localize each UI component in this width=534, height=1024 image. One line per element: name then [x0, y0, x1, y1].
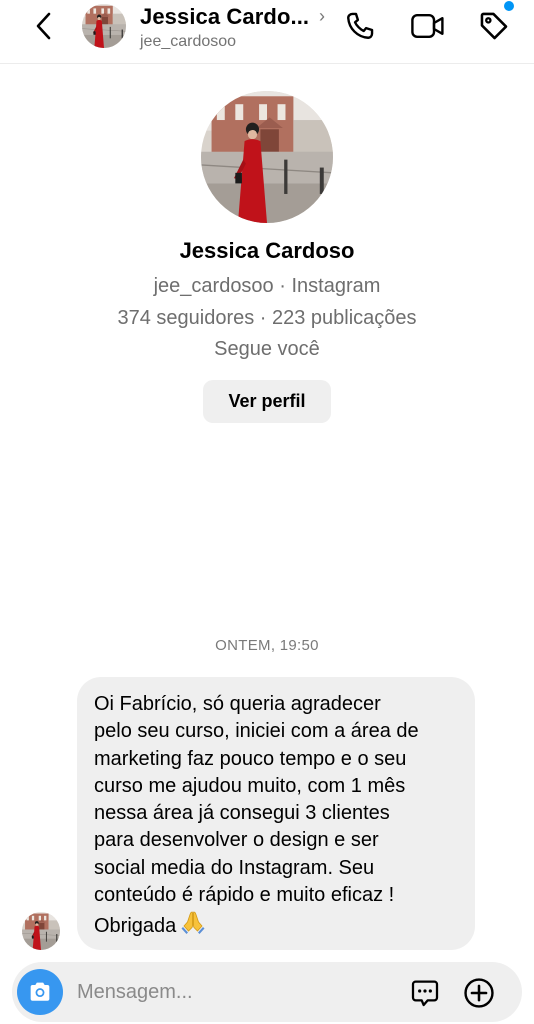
chat-header: Jessica Cardo... › jee_cardosoo — [0, 0, 534, 64]
header-name: Jessica Cardo... — [140, 4, 310, 29]
message-line: conteúdo é rápido e muito eficaz ! — [94, 884, 395, 907]
add-circle-icon — [464, 978, 494, 1008]
chevron-right-icon: › — [319, 6, 325, 26]
message-line-text: Obrigada — [94, 915, 177, 938]
message-line: social media do Instagram. Seu — [94, 856, 375, 879]
sender-avatar[interactable] — [22, 912, 60, 950]
header-username: jee_cardosoo — [140, 33, 237, 50]
camera-button[interactable] — [17, 969, 63, 1015]
message-timestamp: ONTEM, 19:50 — [215, 637, 319, 654]
camera-icon — [30, 982, 50, 1001]
message-line: Oi Fabrício, só queria agradecer — [94, 693, 381, 715]
header-title-group[interactable]: Jessica Cardo... › — [140, 4, 340, 30]
video-icon — [411, 14, 444, 38]
message-line-last: Obrigada — [94, 909, 461, 943]
view-profile-button[interactable]: Ver perfil — [203, 380, 331, 423]
phone-icon — [347, 12, 374, 39]
chat-options-button[interactable] — [408, 976, 442, 1010]
notification-dot — [504, 1, 514, 11]
profile-subtitle: jee_cardosoo · Instagram — [153, 275, 381, 297]
message-composer — [12, 962, 522, 1022]
message-line: marketing faz pouco tempo e o seu — [94, 747, 407, 770]
message-line: para desenvolver o design e ser — [94, 829, 379, 852]
profile-avatar[interactable] — [201, 91, 333, 223]
header-avatar[interactable] — [82, 4, 126, 48]
message-line: curso me ajudou muito, com 1 mês — [94, 774, 406, 797]
back-icon — [36, 12, 51, 40]
add-button[interactable] — [462, 976, 496, 1010]
message-line: pelo seu curso, iniciei com a área de — [94, 720, 419, 743]
chat-bubble-icon — [411, 980, 439, 1007]
message-bubble[interactable]: Oi Fabrício, só queria agradecer pelo se… — [77, 677, 475, 950]
profile-stats: 374 seguidores · 223 publicações — [117, 307, 417, 329]
message-line: nessa área já consegui 3 clientes — [94, 802, 390, 825]
call-button[interactable] — [340, 6, 380, 46]
profile-name: Jessica Cardoso — [179, 238, 355, 263]
folded-hands-icon — [180, 909, 206, 943]
follow-status: Segue você — [214, 338, 320, 360]
message-input[interactable] — [77, 974, 377, 1010]
tag-button[interactable] — [474, 6, 514, 46]
back-button[interactable] — [24, 8, 64, 44]
tag-icon — [480, 12, 508, 40]
video-call-button[interactable] — [408, 6, 448, 46]
